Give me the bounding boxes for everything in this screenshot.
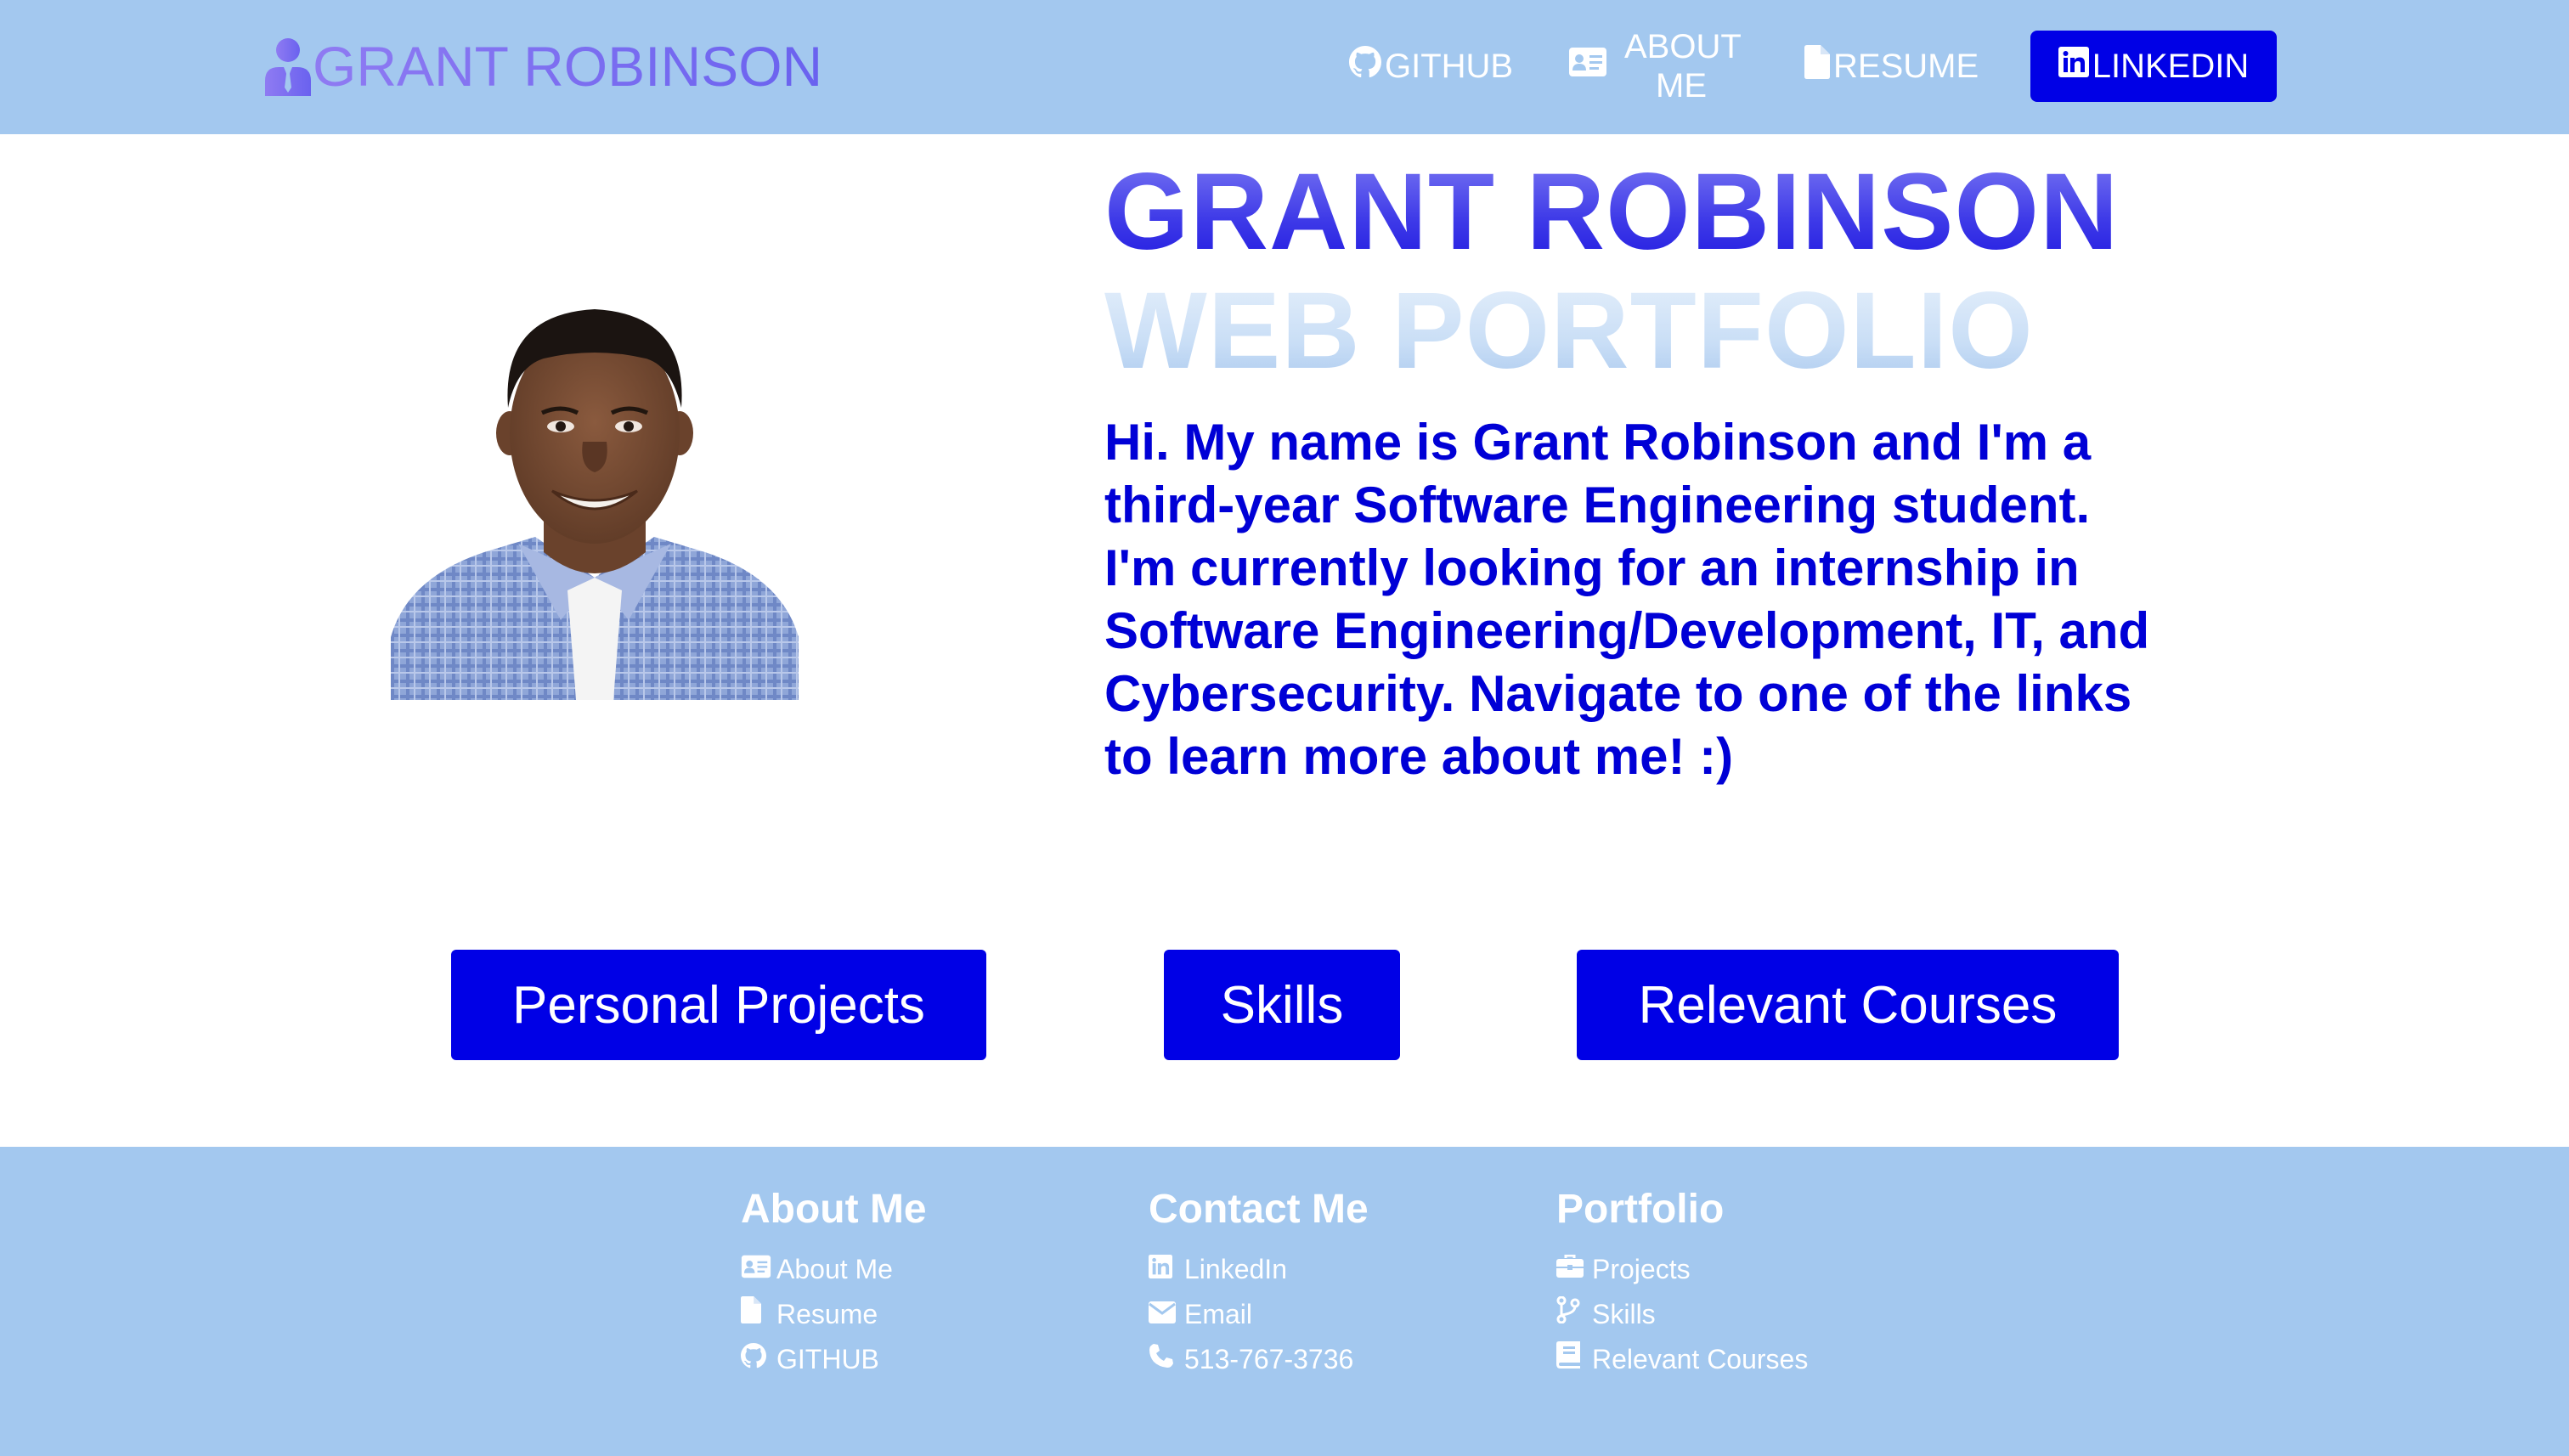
phone-icon [1149,1337,1181,1382]
footer: About Me About Me Resume GITHUB Contact … [0,1147,2569,1456]
nav-linkedin-label: LINKEDIN [2092,47,2250,85]
nav-resume-link[interactable]: RESUME [1804,25,1979,107]
footer-projects-link[interactable]: Projects [1556,1247,1947,1292]
github-icon [741,1337,773,1382]
footer-contact-column: Contact Me LinkedIn Email 513-767-3736 [1149,1184,1539,1382]
intro-paragraph: Hi. My name is Grant Robinson and I'm a … [1104,414,2150,785]
footer-linkedin-link[interactable]: LinkedIn [1149,1247,1539,1292]
footer-github-link[interactable]: GITHUB [741,1337,1132,1382]
file-icon [741,1292,773,1337]
footer-portfolio-heading: Portfolio [1556,1187,1725,1232]
personal-projects-button[interactable]: Personal Projects [451,950,986,1060]
footer-resume-link[interactable]: Resume [741,1292,1132,1337]
footer-skills-label: Skills [1592,1299,1656,1329]
id-card-icon [741,1247,773,1292]
relevant-courses-button[interactable]: Relevant Courses [1577,950,2119,1060]
footer-projects-label: Projects [1592,1254,1691,1284]
footer-phone-label: 513-767-3736 [1184,1344,1354,1374]
linkedin-icon [1149,1247,1181,1292]
skills-button[interactable]: Skills [1164,950,1400,1060]
profile-photo [391,297,799,700]
footer-github-label: GITHUB [776,1344,879,1374]
nav-github-link[interactable]: GITHUB [1349,25,1513,107]
nav-about-label: ABOUT ME [1624,28,1742,104]
footer-about-heading: About Me [741,1187,927,1232]
envelope-icon [1149,1292,1181,1337]
footer-contact-heading: Contact Me [1149,1187,1369,1232]
nav-github-label: GITHUB [1385,48,1514,85]
top-navbar: GRANT ROBINSON GITHUB ABOUT ME RESUME LI… [0,0,2569,134]
nav-resume-label: RESUME [1833,48,1979,85]
footer-linkedin-label: LinkedIn [1184,1254,1287,1284]
briefcase-icon [1556,1247,1589,1292]
footer-phone-link[interactable]: 513-767-3736 [1149,1337,1539,1382]
footer-resume-label: Resume [776,1299,878,1329]
footer-about-me-label: About Me [776,1254,893,1284]
book-icon [1556,1337,1589,1382]
footer-portfolio-column: Portfolio Projects Skills Relevant Cours… [1556,1184,1947,1382]
footer-skills-link[interactable]: Skills [1556,1292,1947,1337]
hero-title-subtitle: WEB PORTFOLIO [1104,272,2226,391]
brand-link[interactable]: GRANT ROBINSON [263,34,822,99]
footer-email-label: Email [1184,1299,1253,1329]
brand-name: GRANT ROBINSON [313,35,823,98]
github-icon [1349,46,1381,87]
nav-about-link[interactable]: ABOUT ME [1568,25,1742,107]
footer-about-me-link[interactable]: About Me [741,1247,1132,1292]
id-card-icon [1568,47,1607,86]
hero-title: GRANT ROBINSON WEB PORTFOLIO [1104,153,2226,391]
nav-linkedin-button[interactable]: LINKEDIN [2030,31,2277,102]
footer-courses-link[interactable]: Relevant Courses [1556,1337,1947,1382]
file-icon [1804,45,1830,87]
linkedin-icon [2058,47,2089,86]
footer-email-link[interactable]: Email [1149,1292,1539,1337]
hero-title-name: GRANT ROBINSON [1104,153,2226,272]
user-tie-icon [263,37,313,96]
code-branch-icon [1556,1292,1589,1337]
footer-about-column: About Me About Me Resume GITHUB [741,1184,1132,1382]
footer-courses-label: Relevant Courses [1592,1344,1809,1374]
